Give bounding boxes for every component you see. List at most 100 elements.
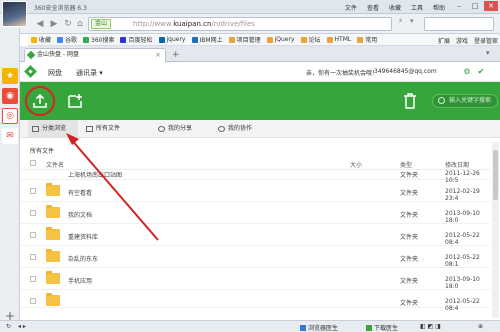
table-row[interactable]: 文件夹 2012-05-22 08:4 xyxy=(20,290,490,312)
kuaipan-icon xyxy=(26,50,36,60)
table-row[interactable]: 手机应用 文件夹 2013-09-10 18:0 xyxy=(20,268,490,290)
extensions-button[interactable]: 扩展 xyxy=(438,36,450,45)
status-extra-icons[interactable]: ◧ ◩ ◨ xyxy=(420,323,441,330)
bookmark-ibm[interactable]: IBM网上 xyxy=(189,35,226,44)
tab-all-files[interactable]: 所有文件 xyxy=(82,120,152,138)
select-all-checkbox[interactable] xyxy=(30,160,36,166)
refresh-icon[interactable]: ↻ xyxy=(62,18,74,30)
bookmark-baidu[interactable]: 百度轻松 xyxy=(117,35,155,44)
new-tab-icon[interactable]: + xyxy=(172,50,180,60)
col-type[interactable]: 类型 xyxy=(400,160,412,169)
table-row[interactable]: 我的文档 文件夹 2013-09-10 18:0 xyxy=(20,202,490,224)
bookmark-jquery[interactable]: jquery xyxy=(156,36,189,43)
tab-my-team[interactable]: 我的协作 xyxy=(214,120,274,138)
back-icon[interactable]: ◀ xyxy=(34,18,46,30)
row-checkbox[interactable] xyxy=(30,210,36,216)
lightning-icon[interactable]: ⚡ xyxy=(398,17,403,31)
mail-icon[interactable]: ✉ xyxy=(2,128,18,144)
gear-icon[interactable]: ⚙ xyxy=(462,66,472,76)
status-zoom-icon[interactable]: ⊕ xyxy=(478,323,483,330)
tab-kuaipan[interactable]: 金山快盘 - 网盘 × xyxy=(24,48,166,62)
bookmarks-right: 扩展 游戏 登录管家 xyxy=(438,36,498,45)
browser-search-input[interactable] xyxy=(424,17,494,31)
new-folder-icon[interactable] xyxy=(65,91,85,111)
folder-icon xyxy=(46,205,60,218)
folder-icon xyxy=(228,36,235,43)
col-date[interactable]: 修改日期 xyxy=(445,160,469,169)
bookmarks-bar: 收藏 谷歌 360搜索 百度轻松 jquery IBM网上 项目管理 jQuer… xyxy=(28,34,500,46)
folder-icon xyxy=(46,183,60,196)
table-row[interactable]: 重建资料库 文件夹 2012-05-22 08:4 xyxy=(20,224,490,246)
scrollbar-thumb[interactable] xyxy=(493,150,498,200)
lottery-notice[interactable]: 亲，你有一次抽奖机会哦！ xyxy=(306,68,378,77)
url-input[interactable]: 金山 http://www.kuaipan.cn/n/drive/files xyxy=(88,17,392,31)
status-nav-icon[interactable]: ◂ ▸ xyxy=(18,323,26,330)
url-path: /n/drive/files xyxy=(211,20,255,28)
table-row[interactable]: 上海机场南出口站图 文件夹 2011-12-26 10:5 xyxy=(20,170,490,184)
col-size[interactable]: 大小 xyxy=(350,160,362,169)
secure-badge[interactable]: 金山 xyxy=(91,19,112,29)
menu-file[interactable]: 文件 xyxy=(345,3,357,12)
col-name[interactable]: 文件名 xyxy=(46,160,64,169)
menu-view[interactable]: 查看 xyxy=(367,3,379,12)
row-checkbox[interactable] xyxy=(30,254,36,260)
address-bar: ◀ ▶ ↻ ⌂ 金山 http://www.kuaipan.cn/n/drive… xyxy=(0,14,500,34)
row-checkbox[interactable] xyxy=(30,298,36,304)
browser-doctor[interactable]: 浏览器医生 xyxy=(300,323,338,332)
nav-drive[interactable]: 网盘 xyxy=(48,68,62,78)
tab-category[interactable]: 分类浏览 xyxy=(28,120,78,138)
bookmark-html[interactable]: HTML xyxy=(324,36,355,43)
menu-tools[interactable]: 工具 xyxy=(411,3,423,12)
bookmark-360search[interactable]: 360搜索 xyxy=(80,35,117,44)
category-icon xyxy=(32,126,39,132)
forward-icon[interactable]: ▶ xyxy=(48,18,60,30)
menu-help[interactable]: 帮助 xyxy=(433,3,445,12)
account-email[interactable]: 349646845@qq.com xyxy=(374,68,437,75)
user-avatar[interactable] xyxy=(2,1,27,27)
bookmark-project[interactable]: 项目管理 xyxy=(226,35,264,44)
row-checkbox[interactable] xyxy=(30,232,36,238)
nav-contacts[interactable]: 通讯录 ▾ xyxy=(76,68,103,78)
star-icon[interactable]: ★ xyxy=(2,68,18,84)
table-row[interactable]: 有空看看 文件夹 2012-02-19 23:4 xyxy=(20,180,490,202)
dropdown-icon[interactable]: ▾ xyxy=(410,17,414,31)
file-search-input[interactable]: 输入关键字搜索 xyxy=(432,94,498,108)
games-button[interactable]: 游戏 xyxy=(456,36,468,45)
minimize-button[interactable]: – xyxy=(452,1,466,11)
weibo-icon[interactable]: ◉ xyxy=(2,88,18,104)
close-button[interactable]: ✕ xyxy=(484,1,498,11)
ibm-icon xyxy=(191,36,198,43)
bookmark-favorites[interactable]: 收藏 xyxy=(28,35,54,44)
folder-icon xyxy=(46,271,60,284)
search-icon xyxy=(438,97,445,104)
row-checkbox[interactable] xyxy=(30,276,36,282)
table-row[interactable]: 杂乱的东东 文件夹 2012-05-22 08:1 xyxy=(20,246,490,268)
baidu-icon xyxy=(120,36,127,43)
trash-icon[interactable] xyxy=(400,91,420,111)
url-host: kuaipan.cn xyxy=(173,20,212,28)
scrollbar[interactable] xyxy=(492,142,499,318)
bookmark-forum[interactable]: 论坛 xyxy=(298,35,324,44)
file-list-header: 文件名 大小 类型 修改日期 xyxy=(20,156,490,170)
bookmark-common[interactable]: 常用 xyxy=(354,35,380,44)
bookmark-jquery2[interactable]: jQuery xyxy=(264,36,298,43)
view-tabs: 分类浏览 所有文件 我的分享 我的协作 xyxy=(20,120,500,138)
row-checkbox[interactable] xyxy=(30,188,36,194)
close-tab-icon[interactable]: × xyxy=(155,49,161,61)
target-icon[interactable]: ◎ xyxy=(2,108,18,124)
login-manager-button[interactable]: 登录管家 xyxy=(474,36,498,45)
files-icon xyxy=(86,126,93,132)
browser-menu: 文件 查看 收藏 工具 帮助 xyxy=(345,3,445,12)
bookmark-google[interactable]: 谷歌 xyxy=(54,35,80,44)
check-icon[interactable]: ✔ xyxy=(476,66,486,76)
status-refresh-icon[interactable]: ↻ xyxy=(6,323,11,330)
maximize-button[interactable]: □ xyxy=(468,1,482,11)
tab-list-icon[interactable]: ▾ xyxy=(486,49,496,59)
download-doctor[interactable]: 下载医生 xyxy=(366,323,398,332)
folder-icon xyxy=(46,227,60,240)
status-bar: ↻ ◂ ▸ 浏览器医生 下载医生 ◧ ◩ ◨ ⊕ xyxy=(0,320,500,332)
menu-favorites[interactable]: 收藏 xyxy=(389,3,401,12)
home-icon[interactable]: ⌂ xyxy=(74,18,86,30)
tab-my-share[interactable]: 我的分享 xyxy=(154,120,214,138)
breadcrumb[interactable]: 所有文件 xyxy=(30,146,54,155)
